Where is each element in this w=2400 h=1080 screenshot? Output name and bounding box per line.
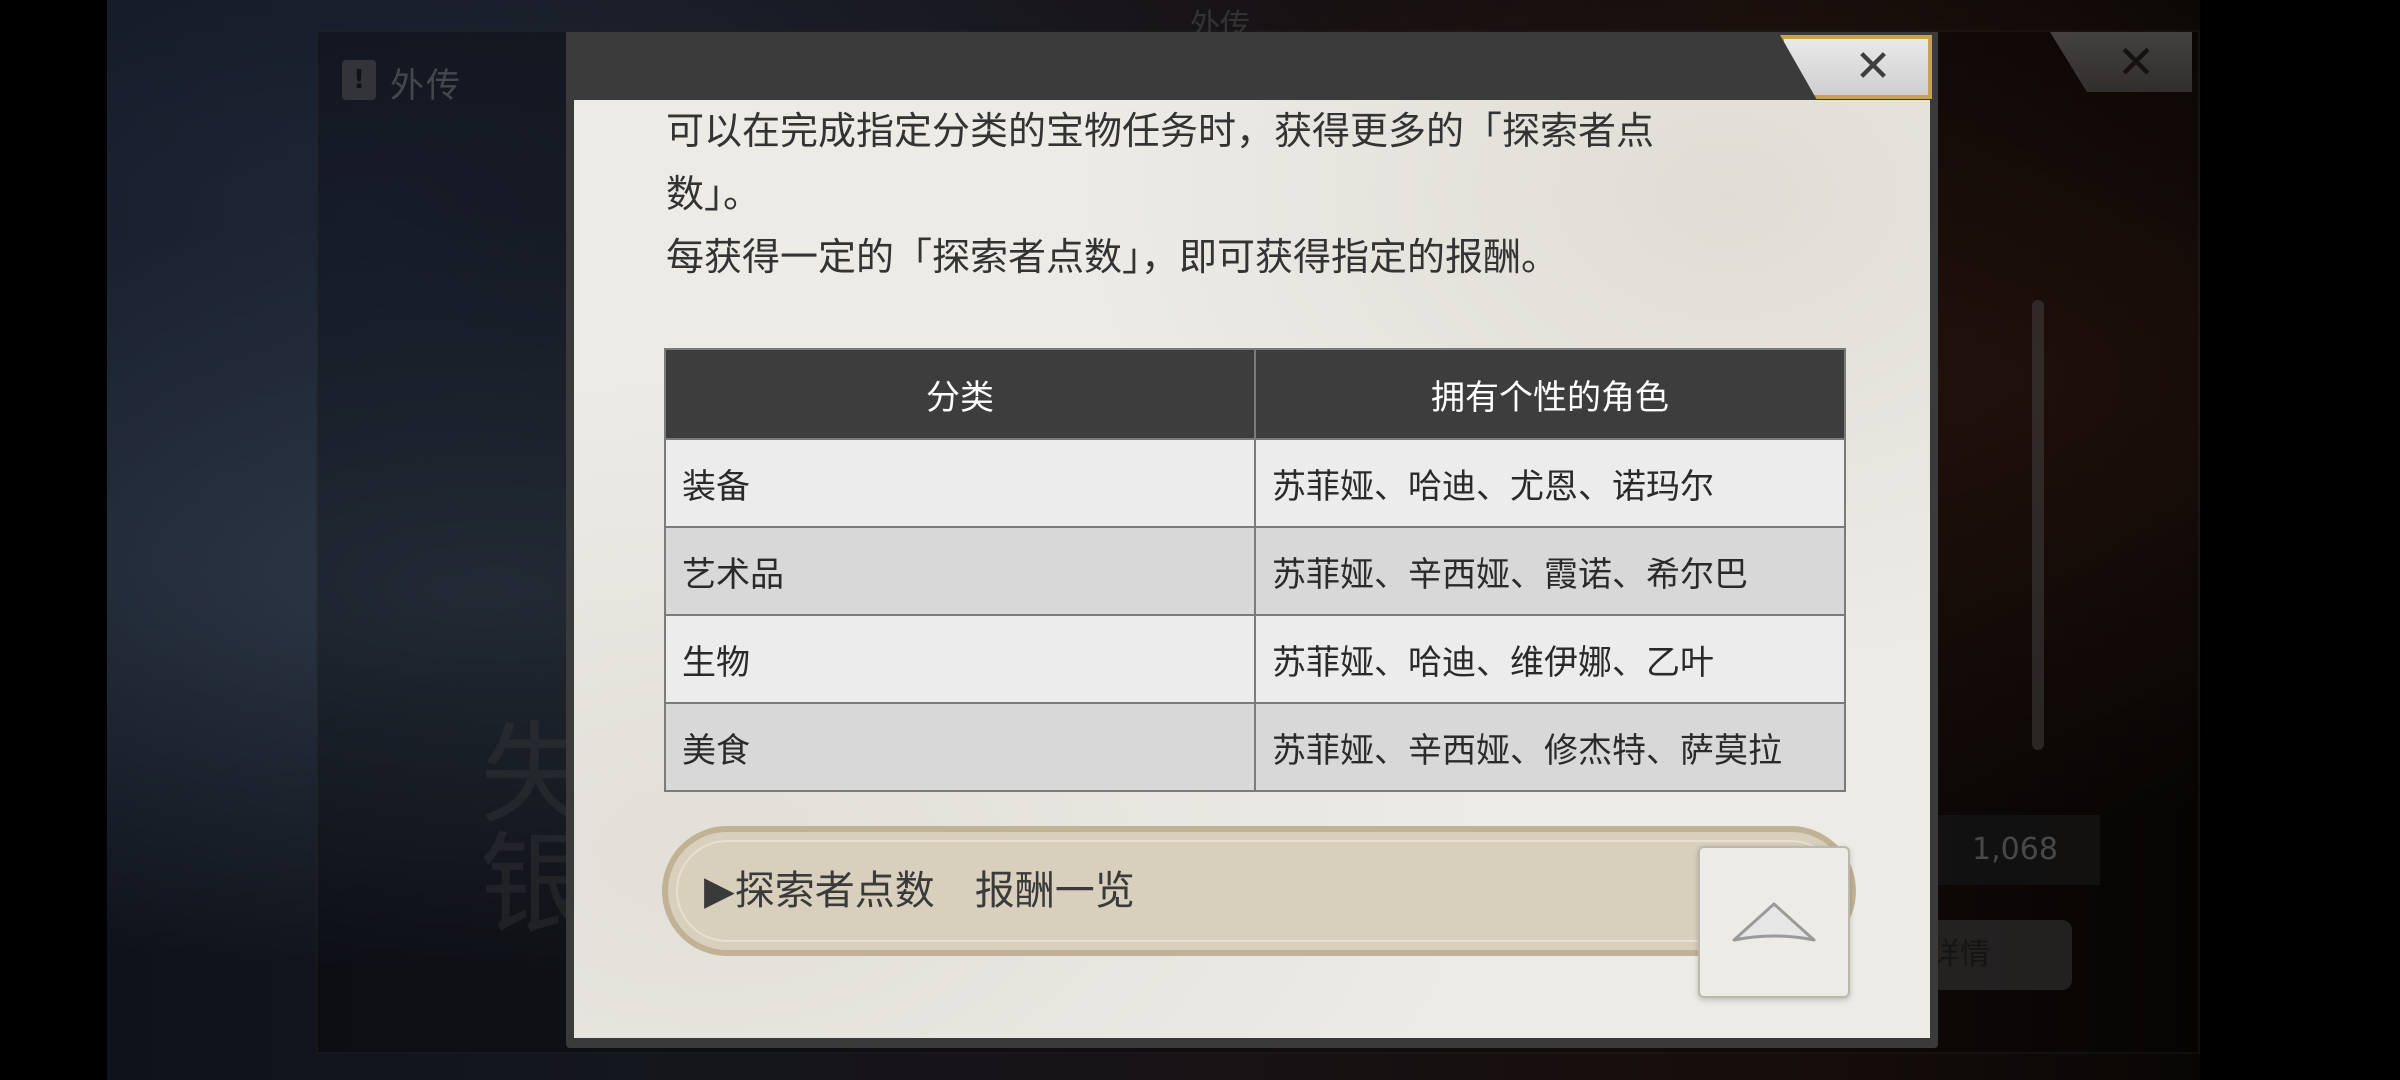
modal-titlebar bbox=[566, 32, 1938, 100]
info-modal: ✕ 可以在完成指定分类的宝物任务时，获得更多的「探索者点 数」。 每获得一定的「… bbox=[566, 32, 1938, 1048]
scroll-to-top-button[interactable] bbox=[1698, 846, 1850, 998]
table-row: 美食 苏菲娅、辛西娅、修杰特、萨莫拉 bbox=[664, 702, 1846, 792]
column-header-category: 分类 bbox=[664, 348, 1256, 440]
modal-body: 可以在完成指定分类的宝物任务时，获得更多的「探索者点 数」。 每获得一定的「探索… bbox=[574, 100, 1930, 1038]
reward-list-label: ▶探索者点数 报酬一览 bbox=[704, 868, 1135, 914]
characters-cell: 苏菲娅、哈迪、尤恩、诺玛尔 bbox=[1254, 438, 1846, 528]
category-cell: 生物 bbox=[664, 614, 1256, 704]
table-row: 艺术品 苏菲娅、辛西娅、霞诺、希尔巴 bbox=[664, 526, 1846, 616]
close-icon: ✕ bbox=[1854, 41, 1892, 92]
reward-list-toggle[interactable]: ▶探索者点数 报酬一览 bbox=[662, 826, 1856, 956]
up-triangle-icon bbox=[1732, 902, 1816, 942]
category-table: 分类 拥有个性的角色 装备 苏菲娅、哈迪、尤恩、诺玛尔 艺术品 苏菲娅、辛西娅、… bbox=[664, 348, 1846, 792]
description-line: 数」。 bbox=[666, 172, 762, 216]
characters-cell: 苏菲娅、辛西娅、霞诺、希尔巴 bbox=[1254, 526, 1846, 616]
table-row: 装备 苏菲娅、哈迪、尤恩、诺玛尔 bbox=[664, 438, 1846, 528]
category-cell: 艺术品 bbox=[664, 526, 1256, 616]
description-line: 每获得一定的「探索者点数」，即可获得指定的报酬。 bbox=[666, 235, 1560, 279]
table-row: 生物 苏菲娅、哈迪、维伊娜、乙叶 bbox=[664, 614, 1846, 704]
characters-cell: 苏菲娅、哈迪、维伊娜、乙叶 bbox=[1254, 614, 1846, 704]
column-header-characters: 拥有个性的角色 bbox=[1254, 348, 1846, 440]
description-line: 可以在完成指定分类的宝物任务时，获得更多的「探索者点 bbox=[666, 109, 1655, 153]
category-cell: 装备 bbox=[664, 438, 1256, 528]
category-cell: 美食 bbox=[664, 702, 1256, 792]
table-header-row: 分类 拥有个性的角色 bbox=[664, 348, 1846, 440]
characters-cell: 苏菲娅、辛西娅、修杰特、萨莫拉 bbox=[1254, 702, 1846, 792]
description-text: 可以在完成指定分类的宝物任务时，获得更多的「探索者点 数」。 每获得一定的「探索… bbox=[666, 100, 1826, 289]
